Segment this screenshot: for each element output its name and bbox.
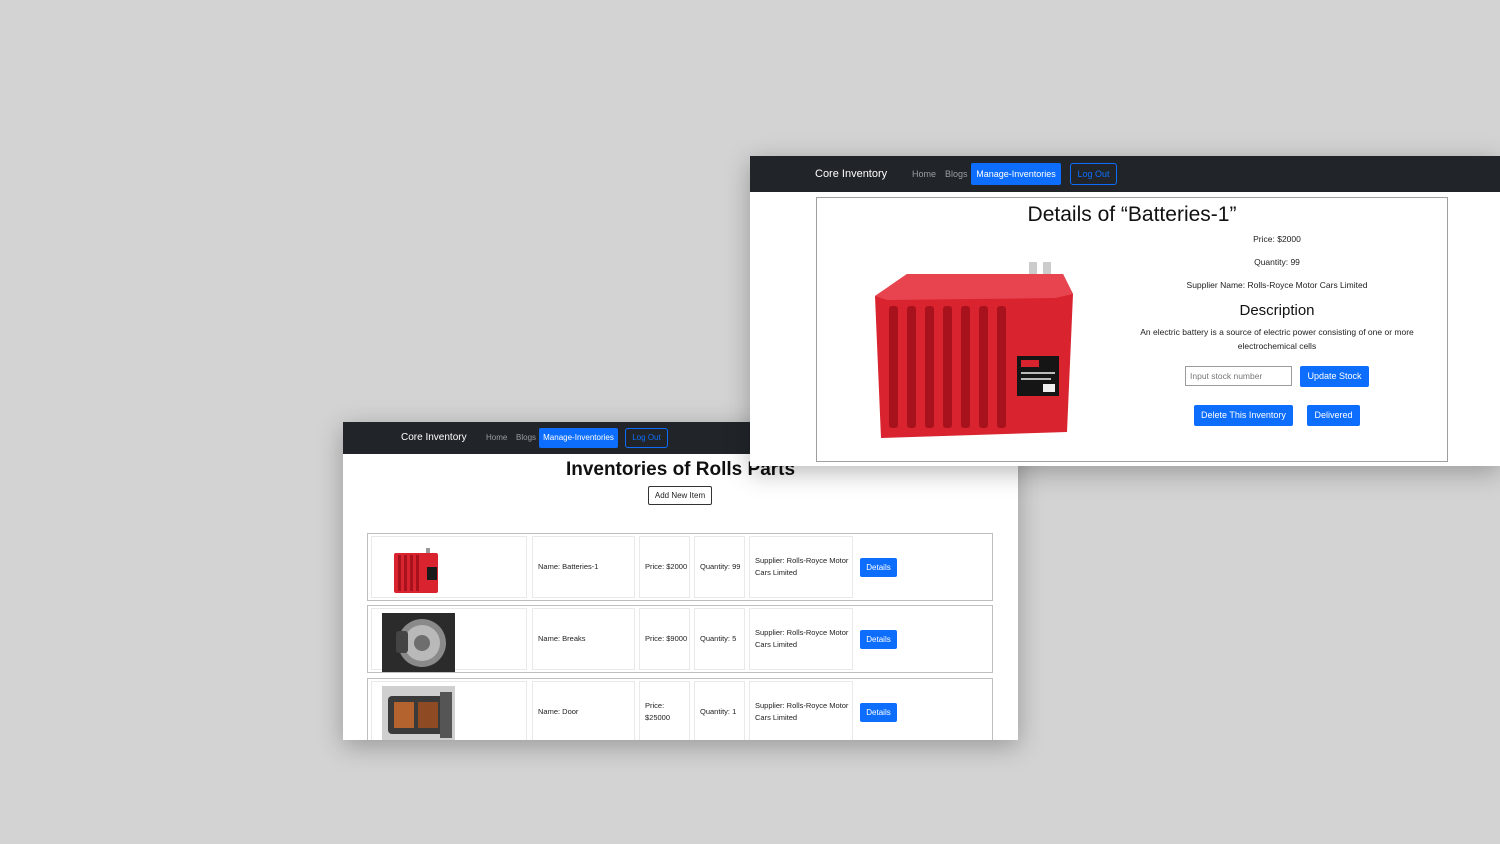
image-cell xyxy=(371,536,527,598)
item-name: Name: Breaks xyxy=(532,608,635,670)
item-supplier: Supplier: Rolls-Royce Motor Cars Limited xyxy=(749,681,853,740)
details-button[interactable]: Details xyxy=(860,703,897,722)
detail-price: Price: $2000 xyxy=(1253,234,1301,244)
brand-logo[interactable]: Core Inventory xyxy=(401,432,467,443)
inventory-detail-screenshot: Core Inventory Home Blogs Manage-Invento… xyxy=(750,156,1500,466)
table-row: Name: Door Price: $25000 Quantity: 1 Sup… xyxy=(367,678,993,740)
nav-blogs-link[interactable]: Blogs xyxy=(516,433,536,442)
delivered-button[interactable]: Delivered xyxy=(1307,405,1360,426)
nav-home-link[interactable]: Home xyxy=(912,169,936,179)
detail-title: Details of “Batteries-1” xyxy=(1027,203,1237,226)
stock-number-input[interactable] xyxy=(1185,366,1292,386)
item-name: Name: Batteries-1 xyxy=(532,536,635,598)
brand-logo[interactable]: Core Inventory xyxy=(815,168,887,180)
add-new-item-button[interactable]: Add New Item xyxy=(648,486,712,505)
logout-button[interactable]: Log Out xyxy=(1070,163,1117,185)
inventory-list-screenshot: Core Inventory Home Blogs Manage-Invento… xyxy=(343,422,1018,740)
description-heading: Description xyxy=(1239,302,1315,319)
detail-card: Details of “Batteries-1” Price: $2000 Qu… xyxy=(816,197,1448,462)
description-text: An electric battery is a source of elect… xyxy=(1140,327,1414,351)
table-row: Name: Breaks Price: $9000 Quantity: 5 Su… xyxy=(367,605,993,673)
item-quantity: Quantity: 1 xyxy=(694,681,745,740)
delete-inventory-button[interactable]: Delete This Inventory xyxy=(1194,405,1293,426)
nav-blogs-link[interactable]: Blogs xyxy=(945,169,968,179)
table-row: Name: Batteries-1 Price: $2000 Quantity:… xyxy=(367,533,993,601)
nav-home-link[interactable]: Home xyxy=(486,433,507,442)
item-price: Price: $9000 xyxy=(639,608,690,670)
image-cell xyxy=(371,681,527,740)
logout-button[interactable]: Log Out xyxy=(625,428,668,448)
item-quantity: Quantity: 99 xyxy=(694,536,745,598)
door-thumbnail xyxy=(382,686,455,740)
battery-thumbnail xyxy=(394,548,438,593)
item-quantity: Quantity: 5 xyxy=(694,608,745,670)
battery-image xyxy=(873,262,1073,442)
brake-thumbnail xyxy=(382,613,455,672)
image-cell xyxy=(371,608,527,672)
item-name: Name: Door xyxy=(532,681,635,740)
item-price: Price: $25000 xyxy=(639,681,690,740)
details-button[interactable]: Details xyxy=(860,630,897,649)
item-supplier: Supplier: Rolls-Royce Motor Cars Limited xyxy=(749,608,853,670)
details-button[interactable]: Details xyxy=(860,558,897,577)
detail-quantity: Quantity: 99 xyxy=(1254,257,1300,267)
detail-supplier: Supplier Name: Rolls-Royce Motor Cars Li… xyxy=(1186,280,1368,290)
navbar: Core Inventory Home Blogs Manage-Invento… xyxy=(750,156,1500,192)
nav-manage-inventories-link[interactable]: Manage-Inventories xyxy=(971,163,1061,185)
item-supplier: Supplier: Rolls-Royce Motor Cars Limited xyxy=(749,536,853,598)
item-price: Price: $2000 xyxy=(639,536,690,598)
nav-manage-inventories-link[interactable]: Manage-Inventories xyxy=(539,428,618,448)
update-stock-button[interactable]: Update Stock xyxy=(1300,366,1369,387)
